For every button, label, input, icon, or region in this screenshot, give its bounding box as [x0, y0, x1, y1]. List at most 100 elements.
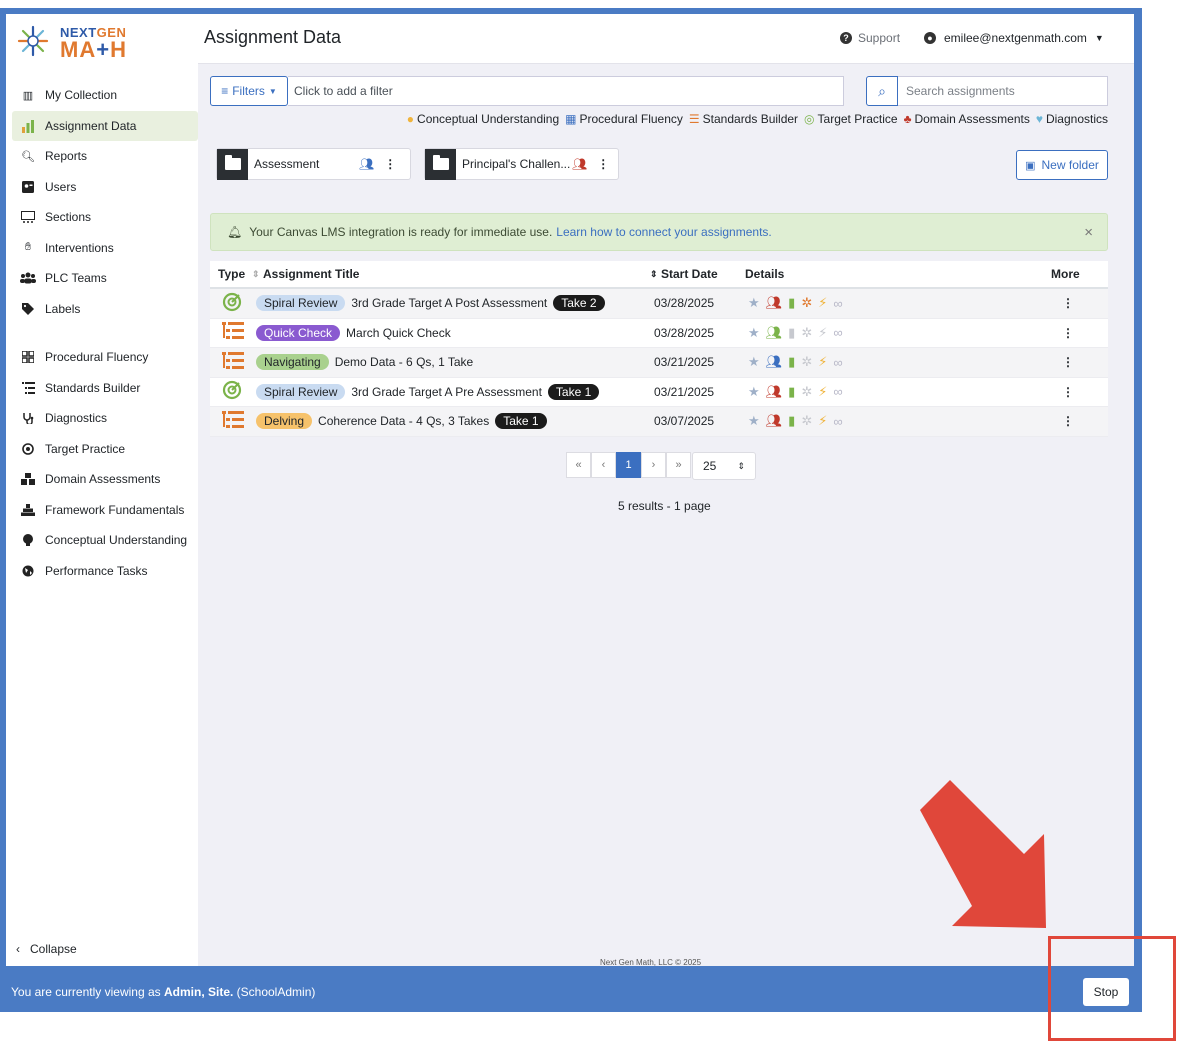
- page-1-button[interactable]: 1: [616, 452, 641, 478]
- sidebar-item-performance-tasks[interactable]: Performance Tasks: [12, 556, 198, 587]
- start-date: 03/28/2025: [654, 296, 715, 311]
- sidebar-item-domain-assessments[interactable]: Domain Assessments: [12, 464, 198, 495]
- team-icon[interactable]: 👥︎: [766, 354, 783, 370]
- bar-chart-icon[interactable]: ▮: [788, 413, 795, 429]
- col-header-title[interactable]: Assignment Title: [263, 267, 359, 281]
- link-icon[interactable]: ∞: [833, 355, 842, 370]
- lightning-icon[interactable]: ⚡︎: [818, 384, 827, 400]
- col-header-type[interactable]: Type: [218, 267, 245, 281]
- alert-link[interactable]: Learn how to connect your assignments.: [556, 225, 771, 239]
- star-icon[interactable]: ★: [748, 295, 760, 311]
- per-page-select[interactable]: 25 ⇕: [692, 452, 756, 480]
- kebab-menu-icon[interactable]: ⋮: [1062, 414, 1074, 428]
- bell-icon: 🔔︎: [227, 225, 243, 239]
- puzzle-icon[interactable]: ✲: [801, 325, 812, 341]
- bar-chart-icon[interactable]: ▮: [788, 384, 795, 400]
- assignment-title-cell[interactable]: Navigating Demo Data - 6 Qs, 1 Take: [256, 354, 473, 371]
- sidebar-item-diagnostics[interactable]: Diagnostics: [12, 403, 198, 434]
- logo[interactable]: NEXTGEN MA+H: [16, 22, 136, 62]
- support-link[interactable]: ? Support: [840, 31, 900, 45]
- pagination: « ‹ 1 › »: [566, 452, 691, 478]
- link-icon[interactable]: ∞: [833, 325, 842, 340]
- puzzle-icon[interactable]: ✲: [801, 384, 812, 400]
- bar-chart-icon[interactable]: ▮: [788, 354, 795, 370]
- next-page-button[interactable]: ›: [641, 452, 666, 478]
- assignments-table: Type ⇕ Assignment Title ⇕ Start Date Det…: [210, 261, 1108, 437]
- table-row[interactable]: Quick Check March Quick Check 03/28/2025…: [210, 319, 1108, 348]
- star-icon[interactable]: ★: [748, 325, 760, 341]
- team-icon[interactable]: 👥︎: [766, 325, 783, 341]
- table-row[interactable]: Spiral Review 3rd Grade Target A Pre Ass…: [210, 378, 1108, 407]
- star-icon[interactable]: ★: [748, 354, 760, 370]
- prev-page-button[interactable]: ‹: [591, 452, 616, 478]
- search-button[interactable]: ⌕: [866, 76, 898, 106]
- assignment-title-cell[interactable]: Delving Coherence Data - 4 Qs, 3 Takes T…: [256, 413, 547, 430]
- kebab-menu-icon[interactable]: ⋮: [1062, 385, 1074, 399]
- collapse-button[interactable]: ‹ Collapse: [16, 942, 77, 956]
- filter-input[interactable]: Click to add a filter: [288, 76, 844, 106]
- star-icon[interactable]: ★: [748, 384, 760, 400]
- sidebar-item-framework-fundamentals[interactable]: Framework Fundamentals: [12, 495, 198, 526]
- puzzle-icon[interactable]: ✲: [801, 413, 812, 429]
- col-header-date[interactable]: Start Date: [661, 267, 718, 281]
- sidebar-item-label: Target Practice: [45, 441, 126, 456]
- puzzle-icon[interactable]: ✲: [801, 354, 812, 370]
- kebab-menu-icon[interactable]: ⋮: [597, 157, 609, 171]
- filters-button[interactable]: ≡ Filters ▼: [210, 76, 288, 106]
- sort-icon[interactable]: ⇕: [650, 269, 658, 280]
- close-icon[interactable]: ×: [1084, 224, 1093, 241]
- first-page-button[interactable]: «: [566, 452, 591, 478]
- team-icon[interactable]: 👥︎: [766, 413, 783, 429]
- lightning-icon[interactable]: ⚡︎: [818, 325, 827, 341]
- puzzle-icon[interactable]: ✲: [801, 295, 812, 311]
- sidebar-item-standards-builder[interactable]: Standards Builder: [12, 373, 198, 404]
- new-folder-button[interactable]: ▣ New folder: [1016, 150, 1108, 180]
- list-icon: [222, 351, 244, 373]
- folder-card[interactable]: Principal's Challen... 👥︎ ⋮: [424, 148, 619, 180]
- user-menu[interactable]: ● emilee@nextgenmath.com ▼: [924, 31, 1104, 45]
- col-header-more: More: [1051, 267, 1080, 281]
- kebab-menu-icon[interactable]: ⋮: [384, 157, 396, 171]
- team-icon[interactable]: 👥︎: [766, 295, 783, 311]
- star-icon[interactable]: ★: [748, 413, 760, 429]
- sidebar-item-sections[interactable]: Sections: [12, 202, 198, 233]
- sections-icon: [20, 209, 36, 225]
- sidebar-item-procedural-fluency[interactable]: Procedural Fluency: [12, 342, 198, 373]
- filters-label: Filters: [232, 84, 265, 98]
- bar-chart-icon[interactable]: ▮: [788, 325, 795, 341]
- team-icon[interactable]: 👥︎: [766, 384, 783, 400]
- search-input[interactable]: Search assignments: [898, 76, 1108, 106]
- target-icon: [222, 292, 242, 315]
- assignment-title-cell[interactable]: Spiral Review 3rd Grade Target A Post As…: [256, 295, 605, 312]
- sidebar-item-labels[interactable]: Labels: [12, 294, 198, 325]
- link-icon[interactable]: ∞: [833, 414, 842, 429]
- assignment-title-cell[interactable]: Quick Check March Quick Check: [256, 324, 451, 341]
- sidebar-item-assignment-data[interactable]: Assignment Data: [12, 110, 198, 141]
- table-row[interactable]: Navigating Demo Data - 6 Qs, 1 Take 03/2…: [210, 348, 1108, 378]
- last-page-button[interactable]: »: [666, 452, 691, 478]
- kebab-menu-icon[interactable]: ⋮: [1062, 326, 1074, 340]
- kebab-menu-icon[interactable]: ⋮: [1062, 296, 1074, 310]
- sidebar-item-users[interactable]: Users: [12, 172, 198, 203]
- lightning-icon[interactable]: ⚡︎: [818, 413, 827, 429]
- link-icon[interactable]: ∞: [833, 384, 842, 399]
- folder-card[interactable]: Assessment 👥︎ ⋮: [216, 148, 411, 180]
- sidebar-item-conceptual-understanding[interactable]: Conceptual Understanding: [12, 525, 198, 556]
- sidebar-item-plc-teams[interactable]: PLC Teams: [12, 263, 198, 294]
- lightning-icon[interactable]: ⚡︎: [818, 295, 827, 311]
- table-row[interactable]: Delving Coherence Data - 4 Qs, 3 Takes T…: [210, 407, 1108, 437]
- sidebar-item-interventions[interactable]: ✋︎ Interventions: [12, 233, 198, 264]
- bar-chart-icon[interactable]: ▮: [788, 295, 795, 311]
- sort-icon[interactable]: ⇕: [252, 269, 260, 280]
- legend-target: ◎ Target Practice: [804, 112, 898, 126]
- kebab-menu-icon[interactable]: ⋮: [1062, 355, 1074, 369]
- sidebar-item-target-practice[interactable]: Target Practice: [12, 434, 198, 465]
- sidebar-item-my-collection[interactable]: ▥ My Collection: [12, 80, 198, 111]
- lightning-icon[interactable]: ⚡︎: [818, 354, 827, 370]
- link-icon[interactable]: ∞: [833, 296, 842, 311]
- search-icon: 🔍︎: [21, 150, 35, 163]
- assignment-title-cell[interactable]: Spiral Review 3rd Grade Target A Pre Ass…: [256, 383, 600, 400]
- table-row[interactable]: Spiral Review 3rd Grade Target A Post As…: [210, 289, 1108, 319]
- sidebar-item-reports[interactable]: 🔍︎ Reports: [12, 141, 198, 172]
